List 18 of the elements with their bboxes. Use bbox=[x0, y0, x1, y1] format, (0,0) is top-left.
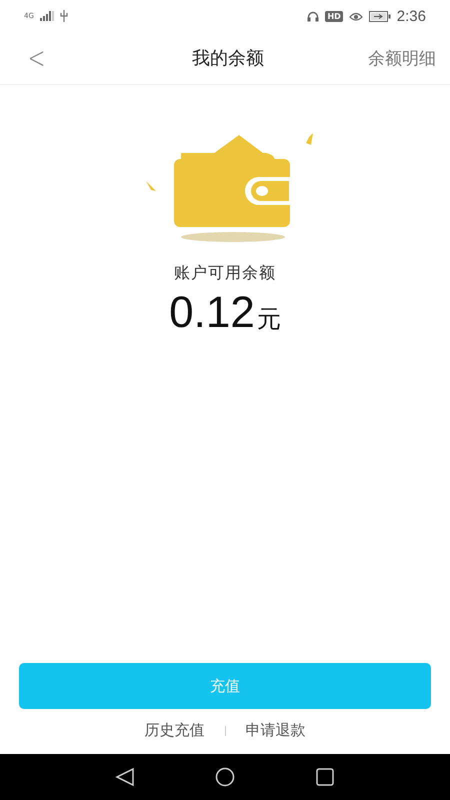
page-title: 我的余额 bbox=[192, 47, 264, 70]
back-icon[interactable] bbox=[115, 767, 135, 787]
clock-time: 2:36 bbox=[396, 8, 426, 24]
battery-icon bbox=[368, 10, 391, 22]
headphones-icon bbox=[307, 10, 320, 22]
home-icon[interactable] bbox=[215, 767, 235, 787]
back-button[interactable]: < bbox=[24, 40, 48, 76]
usb-icon bbox=[60, 10, 68, 22]
signal-icon bbox=[40, 11, 54, 21]
balance-details-link[interactable]: 余额明细 bbox=[368, 46, 436, 70]
eye-icon bbox=[348, 10, 363, 22]
recent-apps-icon[interactable] bbox=[315, 767, 335, 787]
currency-unit: 元 bbox=[256, 304, 281, 335]
balance-amount: 0.12 bbox=[169, 288, 255, 338]
text-link[interactable]: 历史充值 bbox=[144, 719, 204, 742]
text-link[interactable]: 申请退款 bbox=[246, 719, 306, 742]
hd-badge: HD bbox=[325, 10, 343, 22]
balance-label: 账户可用余额 bbox=[174, 263, 276, 284]
